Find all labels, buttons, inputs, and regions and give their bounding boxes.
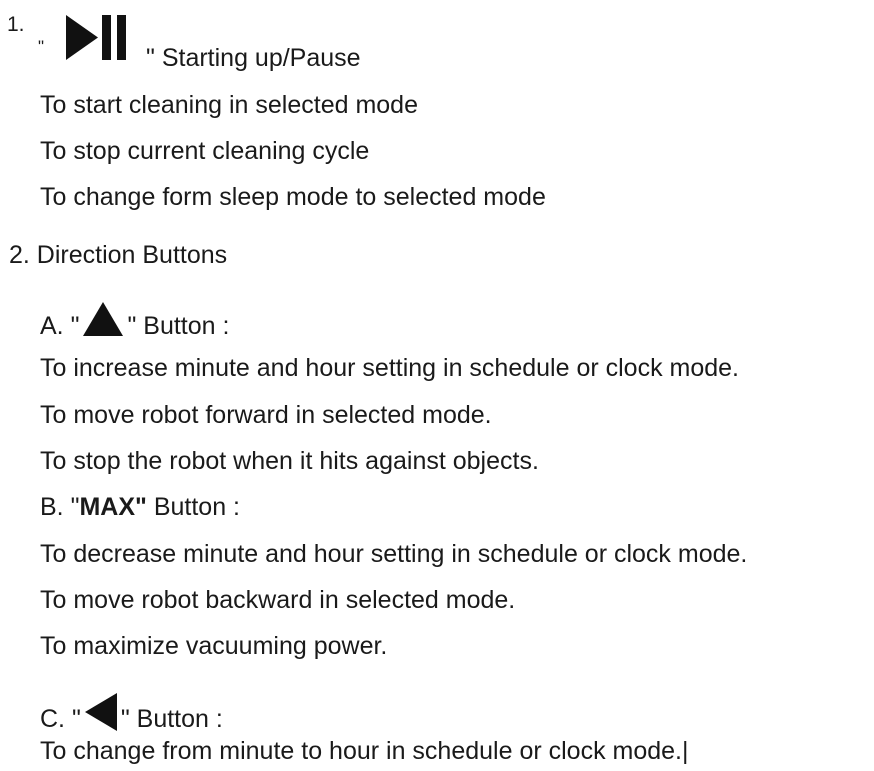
item-2-heading: 2. Direction Buttons (9, 241, 228, 269)
item-2-a-line-2: To move robot forward in selected mode. (40, 401, 492, 429)
item-1-line-1: To start cleaning in selected mode (40, 91, 418, 119)
item-1-number: 1. (7, 13, 25, 36)
item-2-a-prefix: A. " (40, 312, 80, 340)
item-2-b-line-1: To decrease minute and hour setting in s… (40, 540, 748, 568)
item-2-a-line-3: To stop the robot when it hits against o… (40, 447, 539, 475)
item-2-b-suffix: Button : (146, 493, 240, 521)
left-triangle-icon (84, 693, 117, 731)
item-1-line-2: To stop current cleaning cycle (40, 137, 370, 165)
up-triangle-icon (83, 302, 124, 336)
item-2-b-line-3: To maximize vacuuming power. (40, 632, 388, 660)
item-1-quote-close: " (146, 44, 155, 72)
item-1-quote-open: " (38, 37, 45, 56)
item-2-a-suffix: " Button : (127, 312, 230, 340)
item-1-title: Starting up/Pause (161, 44, 361, 72)
item-1-line-3: To change form sleep mode to selected mo… (40, 183, 546, 211)
play-pause-icon (66, 15, 126, 60)
item-2-b-prefix: B. " (40, 493, 80, 521)
item-2-b-max: MAX" (79, 493, 147, 521)
item-2-a-line-1: To increase minute and hour setting in s… (40, 354, 739, 382)
manual-page: 1. " " Starting up/Pause To start cleani… (0, 0, 874, 771)
item-1-title-line: " Starting up/Pause (146, 46, 361, 71)
item-2-b-label: B. "MAX" Button : (40, 495, 240, 520)
item-2-a-label: A. " " Button : (40, 302, 229, 339)
item-2-c-line-1: To change from minute to hour in schedul… (40, 737, 689, 765)
item-2-c-suffix: " Button : (120, 705, 223, 733)
item-2-b-line-2: To move robot backward in selected mode. (40, 586, 516, 614)
item-2-c-prefix: C. " (40, 705, 81, 733)
item-2-c-label: C. " " Button : (40, 693, 223, 732)
